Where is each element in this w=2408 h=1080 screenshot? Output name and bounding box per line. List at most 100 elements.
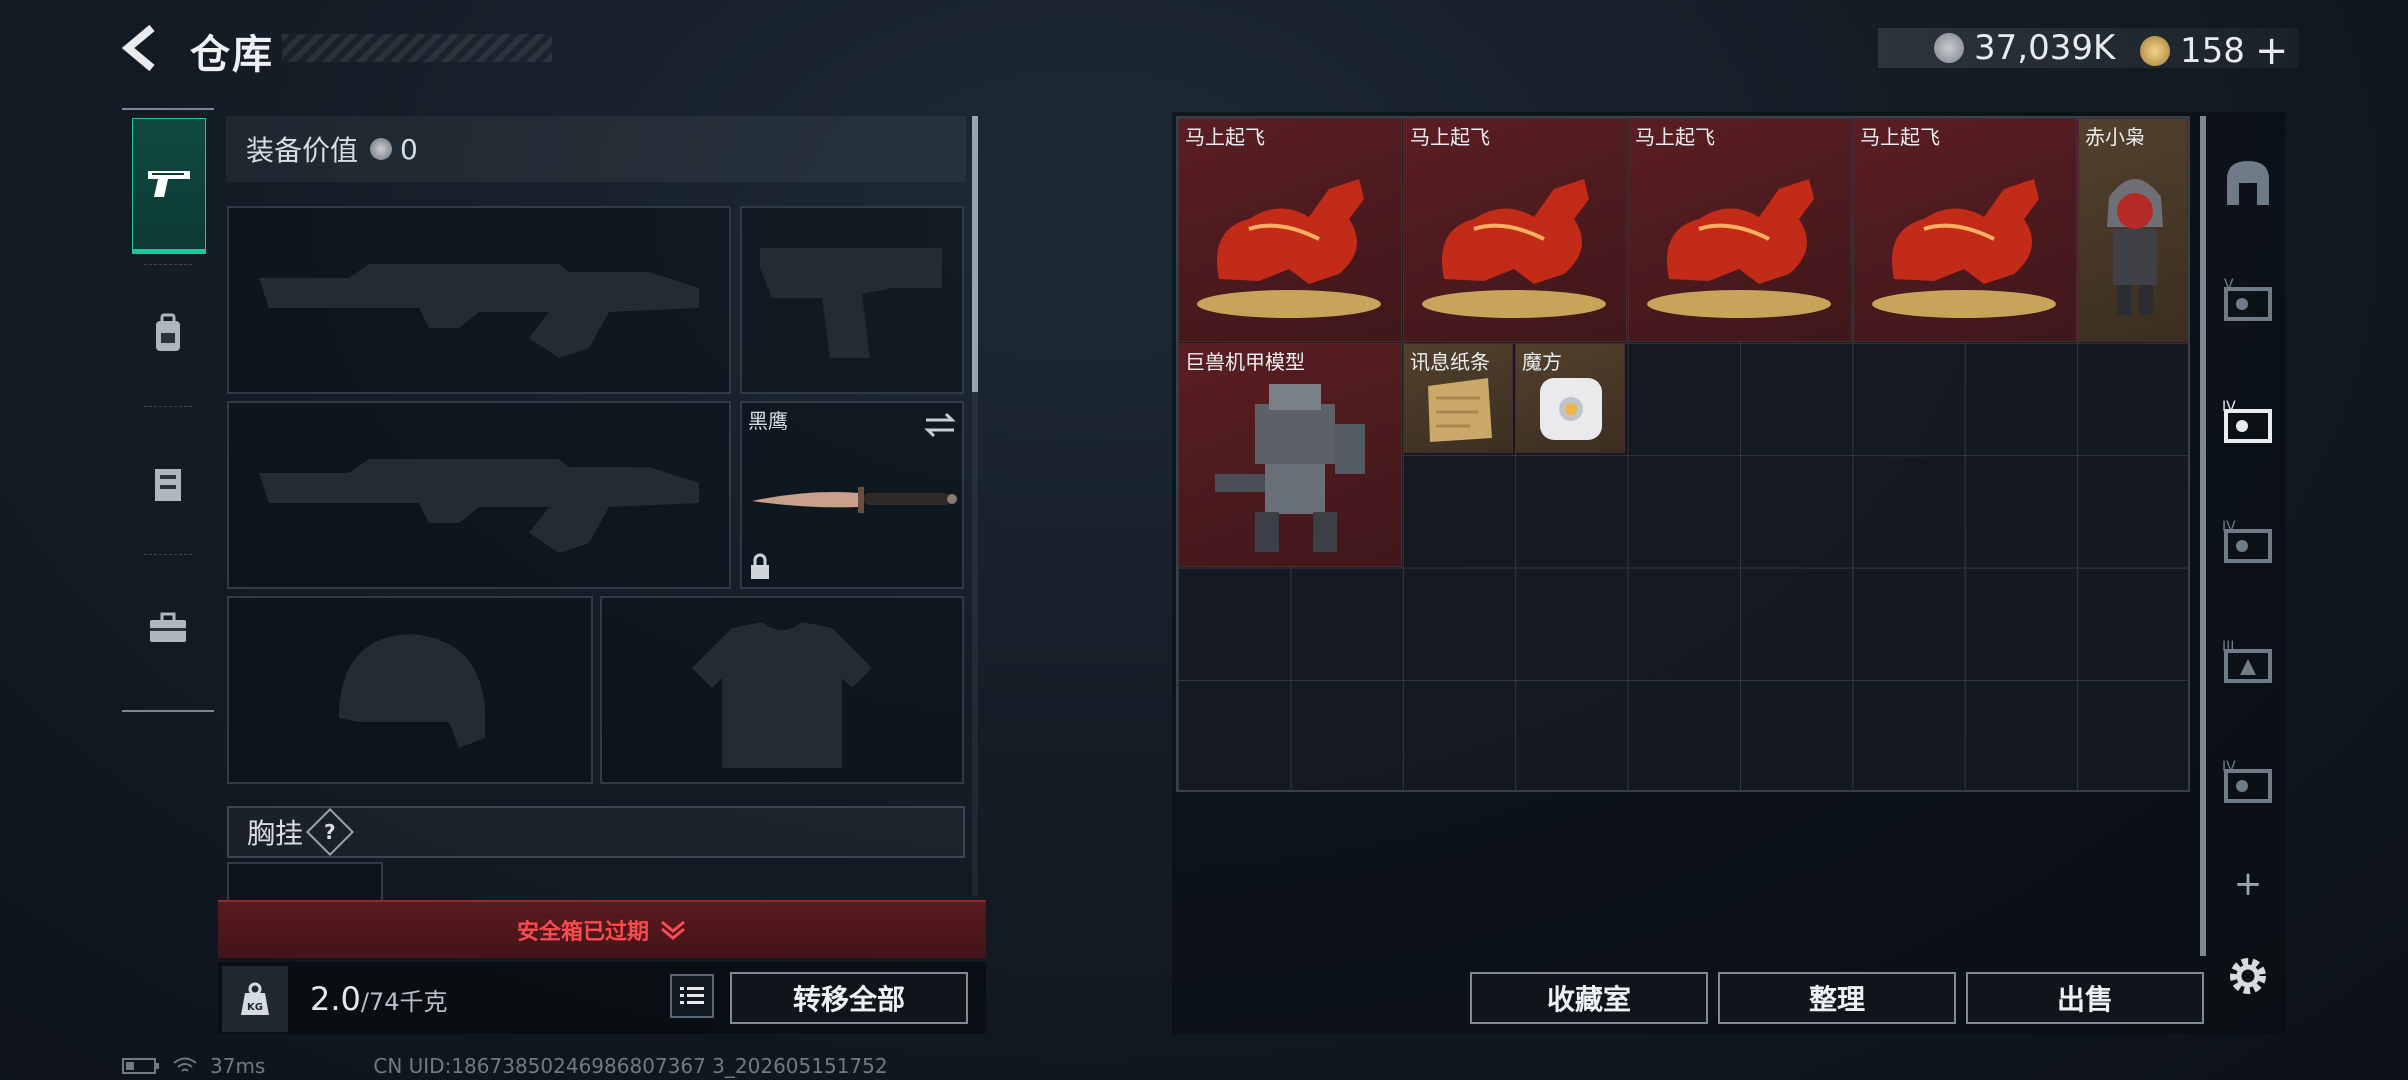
side-tab-level-v[interactable]: V [2218, 272, 2278, 332]
item-label: 马上起飞 [1860, 125, 1940, 149]
inventory-item[interactable]: 巨兽机甲模型 [1178, 343, 1402, 567]
chevron-down-icon [661, 920, 685, 940]
currency-add-icon[interactable]: + [2255, 28, 2289, 74]
list-view-button[interactable] [670, 974, 714, 1018]
transfer-all-button[interactable]: 转移全部 [730, 972, 968, 1024]
tab-backpack[interactable] [132, 268, 204, 398]
inventory-item[interactable]: 马上起飞 [1628, 118, 1852, 342]
inventory-item[interactable]: 赤小枭 [2078, 118, 2188, 342]
ping-text: 37ms [210, 1054, 266, 1078]
equipment-value-bar: 装备价值 0 [226, 116, 966, 182]
level-iv-card-icon: IV [2222, 399, 2272, 443]
silver-coin-icon [1934, 33, 1964, 63]
currency-silver[interactable]: 37,039K [1934, 28, 2115, 68]
pistol-silhouette-icon [760, 248, 942, 358]
item-label: 赤小枭 [2085, 125, 2145, 149]
horse-statue-icon [1197, 179, 1381, 318]
settings-button[interactable] [2218, 946, 2278, 1006]
tab-separator [144, 554, 192, 556]
settings-icon [2230, 958, 2266, 994]
vest-icon [155, 469, 181, 501]
chest-rig-slot[interactable] [227, 862, 383, 902]
uid-text: CN UID:18673850246986807367 3_2026051517… [373, 1054, 888, 1078]
wifi-icon [173, 1057, 197, 1072]
primary-weapon-slot[interactable] [227, 206, 731, 394]
melee-label: 黑鹰 [748, 409, 788, 433]
sort-button[interactable]: 整理 [1718, 972, 1956, 1024]
backpack-icon [156, 313, 180, 351]
level-label: IV [2222, 399, 2236, 415]
sell-button[interactable]: 出售 [1966, 972, 2204, 1024]
side-tab-level-iv-2[interactable]: IV [2218, 754, 2278, 814]
chest-rig-label: 胸挂 [247, 817, 304, 850]
mech-model-icon [1215, 384, 1365, 552]
level-iii-card-icon: III [2222, 639, 2272, 683]
inventory-item[interactable]: 马上起飞 [1178, 118, 1402, 342]
secondary-weapon-slot[interactable] [227, 401, 731, 589]
inventory-item[interactable]: 魔方 [1515, 343, 1625, 453]
status-bar: 37ms CN UID:18673850246986807367 3_20260… [122, 1054, 888, 1078]
inventory-item[interactable]: 讯息纸条 [1403, 343, 1513, 453]
back-button[interactable] [118, 22, 170, 74]
melee-slot[interactable]: 黑鹰 [740, 401, 964, 589]
horse-statue-icon [1872, 179, 2056, 318]
pistol-icon [148, 171, 190, 197]
side-tab-level-iv-active[interactable]: IV [2218, 394, 2278, 454]
home-icon [2227, 161, 2269, 205]
side-tab-level-iii[interactable]: III [2218, 634, 2278, 694]
rifle-silhouette-icon [259, 264, 699, 358]
loadout-scroll-thumb[interactable] [972, 116, 978, 392]
item-label: 马上起飞 [1185, 125, 1265, 149]
gold-coin-icon [2140, 36, 2170, 66]
back-arrow-icon [121, 24, 155, 72]
level-iv-card-icon: IV [2222, 759, 2272, 803]
currency-gold-value: 158 [2180, 31, 2245, 71]
weight-icon-box: KG [222, 966, 288, 1032]
figure-icon [2107, 179, 2163, 315]
help-icon[interactable]: ? [305, 807, 355, 857]
side-tab-level-iv[interactable]: IV [2218, 514, 2278, 574]
inventory-scrollbar[interactable] [2200, 116, 2206, 956]
armor-silhouette-icon [692, 622, 872, 768]
case-icon [150, 612, 186, 642]
battery-icon [122, 1058, 159, 1074]
level-label: V [2224, 277, 2234, 293]
tab-case[interactable] [132, 563, 204, 693]
chest-rig-bar[interactable]: 胸挂 ? [227, 806, 965, 858]
item-label: 马上起飞 [1635, 125, 1715, 149]
inventory-item[interactable]: 马上起飞 [1853, 118, 2077, 342]
knife-icon [752, 487, 957, 513]
weight-capacity: /74千克 [360, 988, 448, 1016]
helmet-silhouette-icon [339, 634, 485, 748]
item-label: 马上起飞 [1410, 125, 1490, 149]
rifle-silhouette-icon [259, 459, 699, 553]
tab-weapons[interactable] [132, 118, 206, 254]
loadout-tabs [122, 108, 214, 714]
side-tab-home[interactable] [2218, 152, 2278, 212]
weight-readout: 2.0/74千克 [310, 980, 448, 1018]
equip-value: 0 [400, 132, 418, 166]
inventory-item[interactable]: 马上起飞 [1403, 118, 1627, 342]
kg-label: KG [247, 1002, 263, 1013]
level-v-card-icon: V [2224, 277, 2272, 321]
add-icon[interactable]: + [2218, 854, 2278, 914]
horse-statue-icon [1422, 179, 1606, 318]
currency-gold[interactable]: 158 + [2140, 28, 2288, 74]
pistol-slot[interactable] [740, 206, 964, 394]
title-decoration [282, 34, 552, 62]
currency-silver-value: 37,039K [1974, 28, 2116, 68]
weight-value: 2.0 [310, 980, 361, 1018]
weight-icon: KG [241, 982, 269, 1015]
paper-note-icon [1428, 378, 1492, 442]
level-label: IV [2222, 759, 2236, 775]
tab-vest[interactable] [132, 418, 204, 548]
silver-coin-icon [370, 138, 393, 160]
level-iv-card-icon: IV [2222, 519, 2272, 563]
collection-room-button[interactable]: 收藏室 [1470, 972, 1708, 1024]
armor-slot[interactable] [600, 596, 964, 784]
swap-icon[interactable] [922, 411, 958, 439]
helmet-slot[interactable] [227, 596, 593, 784]
safe-box-text: 安全箱已过期 [516, 920, 649, 945]
safe-box-expired-bar[interactable]: 安全箱已过期 [218, 900, 986, 958]
page-title: 仓库 [190, 32, 274, 78]
